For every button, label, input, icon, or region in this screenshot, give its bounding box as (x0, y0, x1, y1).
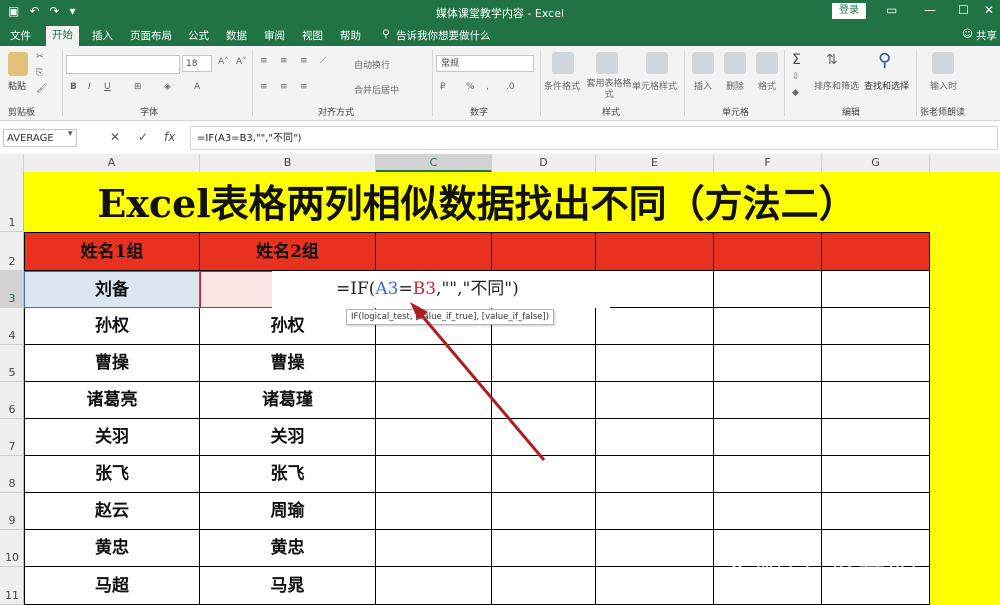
arrow-head (410, 302, 428, 320)
arrow-shaft (416, 310, 546, 461)
annotation-arrow (410, 302, 546, 461)
watermark: 企鹅号 张彦阳 (722, 560, 919, 595)
